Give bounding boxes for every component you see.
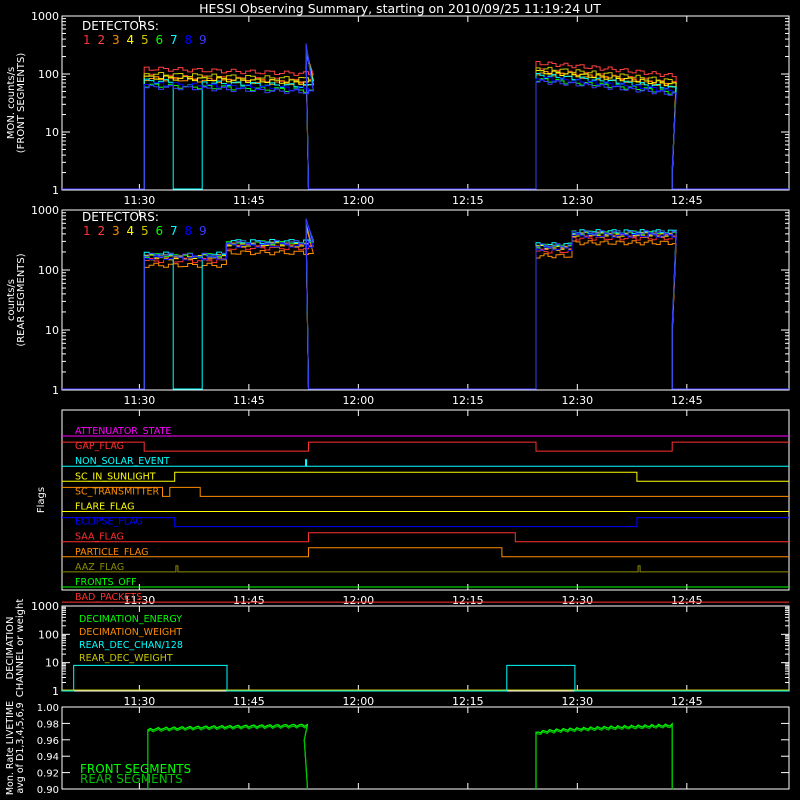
y-tick-label: 10 (45, 126, 59, 139)
rear-legend-title: DETECTORS: (82, 210, 159, 224)
front-legend-title: DETECTORS: (82, 19, 159, 33)
flag-label-sc_in_sunlight: SC_IN_SUNLIGHT (75, 471, 156, 482)
detector-label-4: 4 (127, 33, 135, 47)
x-tick-label: 11:45 (233, 695, 265, 708)
x-tick-label: 11:45 (233, 194, 265, 207)
detector-label-1: 1 (83, 33, 91, 47)
decimation-legend-item: DECIMATION_ENERGY (79, 614, 182, 625)
x-tick-label: 12:45 (671, 394, 703, 407)
detector-label-8: 8 (185, 33, 193, 47)
x-tick-label: 11:45 (233, 394, 265, 407)
y-tick-label: 1000 (31, 10, 59, 23)
x-tick-label: 12:00 (342, 695, 374, 708)
detector-label-2: 2 (98, 33, 106, 47)
flag-label-aaz_flag: AAZ_FLAG (75, 562, 124, 573)
detector-label-4: 4 (127, 224, 135, 238)
x-tick-label: 12:30 (561, 695, 593, 708)
flag-label-non_solar_event: NON_SOLAR_EVENT (75, 456, 170, 467)
x-tick-label: 11:30 (124, 194, 156, 207)
x-tick-label: 12:00 (342, 594, 374, 607)
y-tick-label: 1000 (31, 204, 59, 217)
x-tick-label: 12:45 (671, 194, 703, 207)
x-tick-label: 12:30 (561, 194, 593, 207)
flag-label-saa_flag: SAA_FLAG (75, 532, 124, 543)
detector-label-6: 6 (156, 224, 164, 238)
flag-label-gap_flag: GAP_FLAG (75, 441, 124, 452)
livetime-ylabel-line2: avg of D1,3,4,5,6,9 (15, 702, 26, 793)
detector-label-5: 5 (141, 224, 149, 238)
detector-label-3: 3 (112, 224, 120, 238)
decimation-legend-item: REAR_DEC_CHAN/128 (79, 640, 183, 651)
rear-ylabel-line2: (REAR SEGMENTS) (16, 253, 27, 346)
detector-label-2: 2 (98, 224, 106, 238)
detector-label-5: 5 (141, 33, 149, 47)
rear-legend: 123456789 (83, 224, 207, 238)
y-tick-label: 1000 (31, 600, 59, 613)
hessi-summary-figure: HESSI Observing Summary, starting on 201… (0, 0, 800, 800)
y-tick-label: 0.90 (37, 785, 59, 796)
y-tick-label: 1 (52, 184, 59, 197)
y-tick-label: 100 (38, 628, 59, 641)
decimation-legend-item: DECIMATION_WEIGHT (79, 627, 182, 638)
y-tick-label: 10 (45, 324, 59, 337)
y-tick-label: 10 (45, 657, 59, 670)
front-ylabel-line2: (FRONT SEGMENTS) (16, 53, 27, 154)
y-tick-label: 1 (52, 685, 59, 698)
x-tick-label: 11:30 (124, 695, 156, 708)
x-tick-label: 12:45 (671, 594, 703, 607)
detector-label-7: 7 (170, 33, 178, 47)
detector-label-1: 1 (83, 224, 91, 238)
detector-label-7: 7 (170, 224, 178, 238)
x-tick-label: 12:15 (452, 194, 484, 207)
flag-label-attenuator_state: ATTENUATOR_STATE (75, 426, 171, 437)
y-tick-label: 1 (52, 384, 59, 397)
decimation-ylabel-line2: CHANNEL or weight (15, 599, 26, 698)
flag-label-eclipse_flag: ECLIPSE_FLAG (75, 517, 143, 528)
detector-label-8: 8 (185, 224, 193, 238)
figure-title: HESSI Observing Summary, starting on 201… (199, 1, 601, 16)
x-tick-label: 11:30 (124, 394, 156, 407)
x-tick-label: 12:15 (452, 394, 484, 407)
livetime-legend-rear: REAR SEGMENTS (80, 772, 183, 786)
x-tick-label: 12:00 (342, 394, 374, 407)
y-tick-label: 0.94 (37, 752, 59, 763)
x-tick-label: 12:30 (561, 394, 593, 407)
x-tick-label: 12:00 (342, 194, 374, 207)
flag-label-bad_packets: BAD_PACKETS (75, 592, 142, 603)
y-tick-label: 100 (38, 264, 59, 277)
y-tick-label: 0.98 (37, 719, 59, 730)
flag-label-particle_flag: PARTICLE_FLAG (75, 547, 148, 558)
y-tick-label: 1.00 (37, 703, 59, 714)
x-tick-label: 12:15 (452, 594, 484, 607)
flag-label-fronts_off: FRONTS_OFF (75, 577, 137, 588)
decimation-legend-item: REAR_DEC_WEIGHT (79, 653, 173, 664)
front-legend: 123456789 (83, 33, 207, 47)
flag-label-flare_flag: FLARE_FLAG (75, 502, 135, 513)
y-tick-label: 0.92 (37, 769, 59, 780)
x-tick-label: 12:15 (452, 695, 484, 708)
x-tick-label: 11:45 (233, 594, 265, 607)
flags-ylabel: Flags (36, 487, 47, 513)
y-tick-label: 100 (38, 68, 59, 81)
y-tick-label: 0.96 (37, 736, 59, 747)
x-tick-label: 12:45 (671, 695, 703, 708)
detector-label-6: 6 (156, 33, 164, 47)
detector-label-9: 9 (199, 33, 207, 47)
detector-label-3: 3 (112, 33, 120, 47)
x-tick-label: 12:30 (561, 594, 593, 607)
flag-label-sc_transmitter: SC_TRANSMITTER (75, 486, 160, 497)
detector-label-9: 9 (199, 224, 207, 238)
